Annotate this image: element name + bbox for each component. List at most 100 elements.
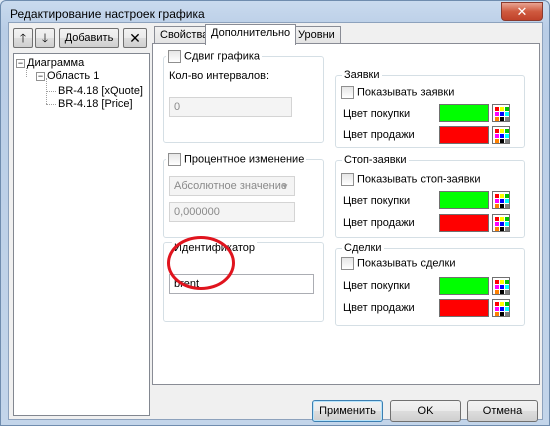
tree-item-area[interactable]: − Область 1 xyxy=(36,70,99,82)
tab-levels[interactable]: Уровни xyxy=(292,26,341,44)
stop-orders-legend: Стоп-заявки xyxy=(342,154,409,166)
percent-mode-value: Абсолютное значение xyxy=(174,180,288,192)
palette-swatch xyxy=(505,134,509,138)
palette-swatch xyxy=(495,112,499,116)
show-trades-checkbox[interactable] xyxy=(341,257,354,270)
palette-swatch xyxy=(500,302,504,306)
palette-swatch xyxy=(505,222,509,226)
palette-swatch xyxy=(505,129,509,133)
orders-buy-color[interactable] xyxy=(439,104,489,122)
identifier-legend: Идентификатор xyxy=(172,242,257,254)
orders-buy-label: Цвет покупки xyxy=(343,108,411,120)
tree-item-series[interactable]: BR-4.18 [xQuote] xyxy=(58,85,143,97)
shift-group: Сдвиг графика Кол-во интервалов: 0 xyxy=(163,50,324,143)
percent-value-input[interactable]: 0,000000 xyxy=(169,202,295,222)
palette-swatch xyxy=(500,217,504,221)
orders-group: Заявки Показывать заявки Цвет покупки Цв… xyxy=(335,69,525,148)
palette-swatch xyxy=(500,134,504,138)
trades-buy-color[interactable] xyxy=(439,277,489,295)
dialog-client-area: 🡑 🡓 Добавить ✕ − Диаграмма − Область 1 BR-… xyxy=(8,22,543,422)
tree-item-label: Область 1 xyxy=(47,70,100,82)
percent-checkbox[interactable] xyxy=(168,153,181,166)
palette-swatch xyxy=(495,129,499,133)
add-button[interactable]: Добавить xyxy=(59,28,119,48)
palette-swatch xyxy=(495,285,499,289)
palette-swatch xyxy=(500,227,504,231)
stop-orders-buy-label: Цвет покупки xyxy=(343,195,411,207)
intervals-input[interactable]: 0 xyxy=(169,97,292,117)
palette-swatch xyxy=(505,204,509,208)
show-stop-orders-checkbox[interactable] xyxy=(341,173,354,186)
cancel-button[interactable]: Отмена xyxy=(467,400,538,422)
trades-legend: Сделки xyxy=(342,242,384,254)
stop-orders-buy-color[interactable] xyxy=(439,191,489,209)
palette-swatch xyxy=(505,217,509,221)
stop-orders-group: Стоп-заявки Показывать стоп-заявки Цвет … xyxy=(335,154,525,238)
palette-swatch xyxy=(495,290,499,294)
palette-swatch xyxy=(500,194,504,198)
close-button[interactable]: ✕ xyxy=(501,2,543,21)
orders-sell-color[interactable] xyxy=(439,126,489,144)
delete-button[interactable]: ✕ xyxy=(123,28,147,48)
palette-swatch xyxy=(500,112,504,116)
palette-swatch xyxy=(500,290,504,294)
show-orders-checkbox[interactable] xyxy=(341,86,354,99)
tree-item-diagram[interactable]: − Диаграмма xyxy=(16,57,84,69)
chart-tree: − Диаграмма − Область 1 BR-4.18 [xQuote] B… xyxy=(13,53,150,416)
show-orders-checkbox-row[interactable]: Показывать заявки xyxy=(341,86,454,99)
collapse-icon[interactable]: − xyxy=(16,58,25,68)
palette-swatch xyxy=(495,280,499,284)
color-palette-icon[interactable] xyxy=(492,277,510,295)
palette-swatch xyxy=(500,222,504,226)
palette-swatch xyxy=(500,285,504,289)
palette-swatch xyxy=(500,280,504,284)
percent-checkbox-row[interactable]: Процентное изменение xyxy=(166,153,307,166)
trades-sell-label: Цвет продажи xyxy=(343,302,415,314)
palette-swatch xyxy=(495,107,499,111)
palette-swatch xyxy=(500,204,504,208)
palette-swatch xyxy=(505,107,509,111)
color-palette-icon[interactable] xyxy=(492,126,510,144)
palette-swatch xyxy=(500,139,504,143)
ok-button[interactable]: OK xyxy=(390,400,461,422)
intervals-label: Кол-во интервалов: xyxy=(169,70,270,82)
chevron-down-icon: ▼ xyxy=(281,182,289,191)
shift-checkbox-row[interactable]: Сдвиг графика xyxy=(166,50,263,63)
show-trades-checkbox-row[interactable]: Показывать сделки xyxy=(341,257,456,270)
color-palette-icon[interactable] xyxy=(492,191,510,209)
window-title: Редактирование настроек графика xyxy=(10,7,205,21)
palette-swatch xyxy=(500,199,504,203)
show-stop-orders-checkbox-row[interactable]: Показывать стоп-заявки xyxy=(341,173,481,186)
apply-button[interactable]: Применить xyxy=(312,400,383,422)
color-palette-icon[interactable] xyxy=(492,214,510,232)
move-down-button[interactable]: 🡓 xyxy=(35,28,55,48)
stop-orders-sell-color[interactable] xyxy=(439,214,489,232)
move-up-button[interactable]: 🡑 xyxy=(13,28,33,48)
trades-group: Сделки Показывать сделки Цвет покупки Цв… xyxy=(335,242,525,326)
palette-swatch xyxy=(495,307,499,311)
show-stop-orders-label: Показывать стоп-заявки xyxy=(357,173,481,186)
collapse-icon[interactable]: − xyxy=(36,71,45,81)
palette-swatch xyxy=(495,227,499,231)
trades-sell-color[interactable] xyxy=(439,299,489,317)
dialog-window: Редактирование настроек графика ✕ 🡑 🡓 До… xyxy=(0,0,550,426)
tree-item-series[interactable]: BR-4.18 [Price] xyxy=(58,98,133,110)
palette-swatch xyxy=(495,134,499,138)
color-palette-icon[interactable] xyxy=(492,104,510,122)
palette-swatch xyxy=(500,312,504,316)
palette-swatch xyxy=(505,112,509,116)
orders-sell-label: Цвет продажи xyxy=(343,129,415,141)
identifier-input[interactable]: brent xyxy=(169,274,314,294)
palette-swatch xyxy=(495,199,499,203)
percent-group: Процентное изменение Абсолютное значение… xyxy=(163,153,324,238)
palette-swatch xyxy=(500,307,504,311)
palette-swatch xyxy=(495,302,499,306)
shift-checkbox[interactable] xyxy=(168,50,181,63)
palette-swatch xyxy=(505,139,509,143)
percent-checkbox-label: Процентное изменение xyxy=(184,153,305,166)
percent-mode-select[interactable]: Абсолютное значение ▼ xyxy=(169,176,295,196)
orders-legend: Заявки xyxy=(342,69,382,81)
color-palette-icon[interactable] xyxy=(492,299,510,317)
palette-swatch xyxy=(500,129,504,133)
tab-advanced[interactable]: Дополнительно xyxy=(205,24,297,45)
